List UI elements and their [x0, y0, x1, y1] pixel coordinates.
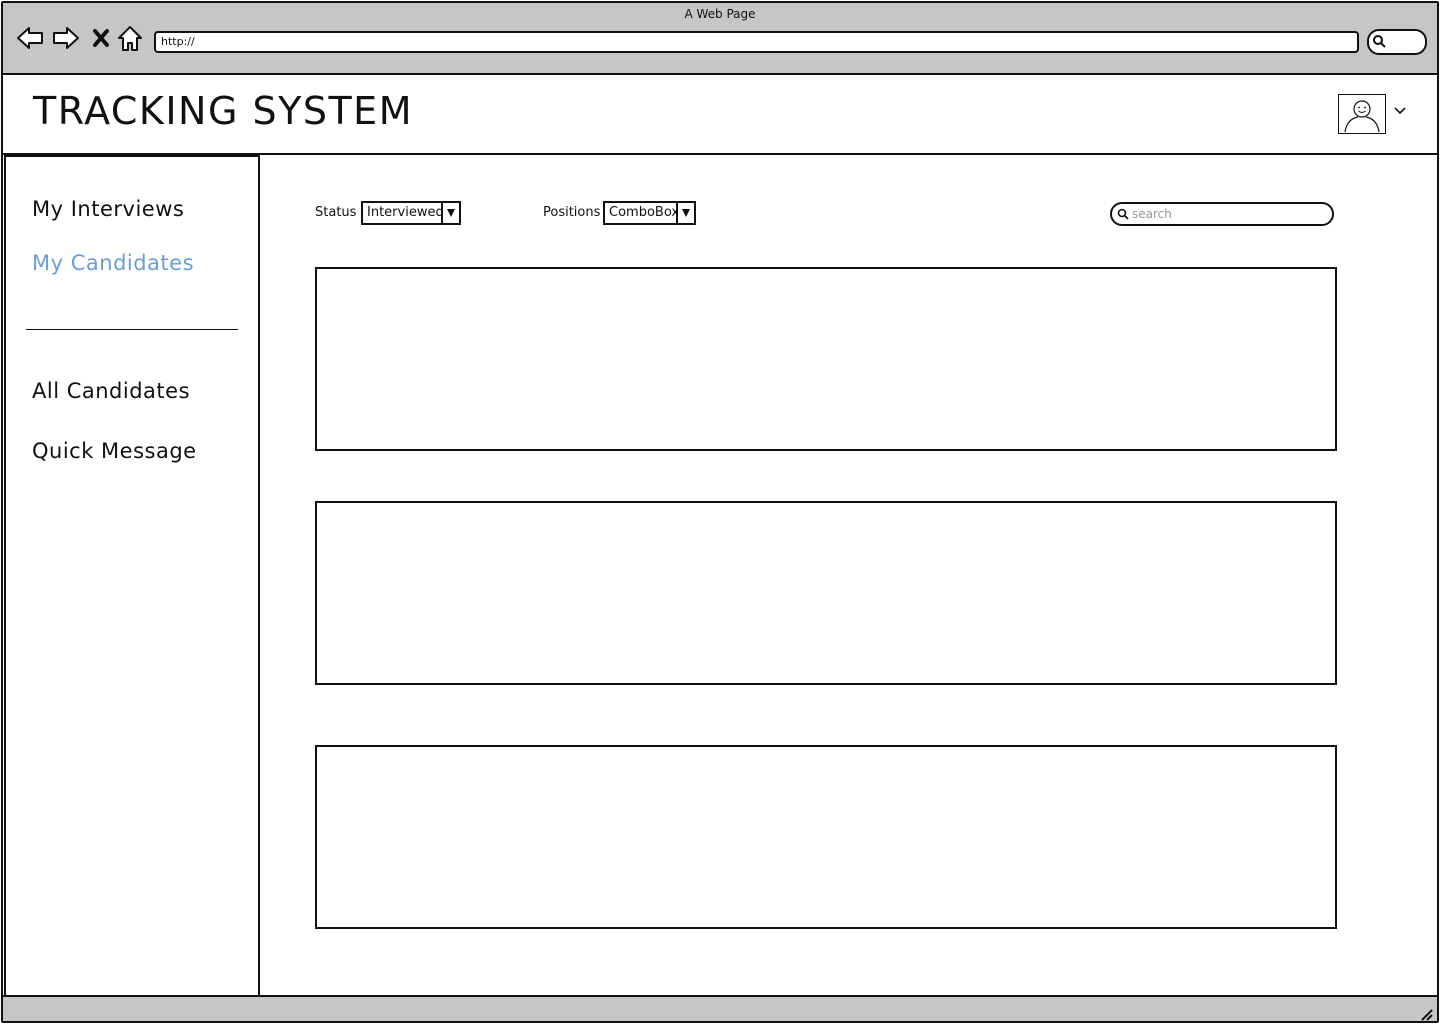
candidate-card[interactable] [315, 745, 1337, 929]
sidebar-divider [26, 329, 238, 330]
forward-button[interactable] [51, 23, 81, 53]
url-bar[interactable]: http:// [154, 31, 1359, 53]
status-label: Status [315, 205, 357, 220]
browser-status-bar [3, 995, 1437, 1021]
positions-label: Positions [543, 205, 601, 220]
sidebar-item-my-interviews[interactable]: My Interviews [32, 197, 184, 221]
sidebar-item-all-candidates[interactable]: All Candidates [32, 379, 190, 403]
browser-toolbar: A Web Page http:// [3, 3, 1437, 73]
positions-dropdown-value: ComboBox [609, 205, 680, 220]
search-icon [1373, 35, 1386, 48]
browser-search-field[interactable] [1367, 29, 1427, 55]
chevron-down-icon [682, 209, 690, 217]
status-dropdown-toggle[interactable] [441, 203, 459, 223]
arrow-right-icon [53, 27, 79, 49]
search-icon [1117, 208, 1129, 220]
resize-grip-icon[interactable] [1419, 1007, 1433, 1021]
search-field[interactable] [1110, 202, 1334, 226]
home-button[interactable] [115, 23, 145, 53]
status-dropdown[interactable]: Interviewed [361, 201, 461, 225]
sidebar-item-quick-message[interactable]: Quick Message [32, 439, 197, 463]
avatar[interactable] [1338, 94, 1386, 134]
page-title: TRACKING SYSTEM [33, 89, 413, 133]
positions-dropdown[interactable]: ComboBox [603, 201, 696, 225]
page-viewport: TRACKING SYSTEM My Interviews My Candida… [3, 73, 1437, 999]
sidebar: My Interviews My Candidates All Candidat… [4, 155, 260, 999]
close-icon [93, 29, 109, 47]
candidate-card[interactable] [315, 501, 1337, 685]
candidate-card[interactable] [315, 267, 1337, 451]
home-icon [118, 26, 142, 51]
sidebar-item-my-candidates[interactable]: My Candidates [32, 251, 194, 275]
app-header: TRACKING SYSTEM [3, 75, 1437, 155]
user-avatar-icon [1344, 100, 1380, 133]
back-button[interactable] [15, 23, 45, 53]
positions-dropdown-toggle[interactable] [676, 203, 694, 223]
status-dropdown-value: Interviewed [367, 205, 444, 220]
browser-window: A Web Page http:// TRACKING SYSTEM My In… [1, 1, 1439, 1023]
chevron-down-icon [447, 209, 455, 217]
arrow-left-icon [17, 27, 43, 49]
chevron-down-icon[interactable] [1393, 106, 1407, 116]
stop-button[interactable] [87, 23, 117, 53]
window-title: A Web Page [684, 7, 756, 21]
search-input[interactable] [1132, 205, 1322, 223]
